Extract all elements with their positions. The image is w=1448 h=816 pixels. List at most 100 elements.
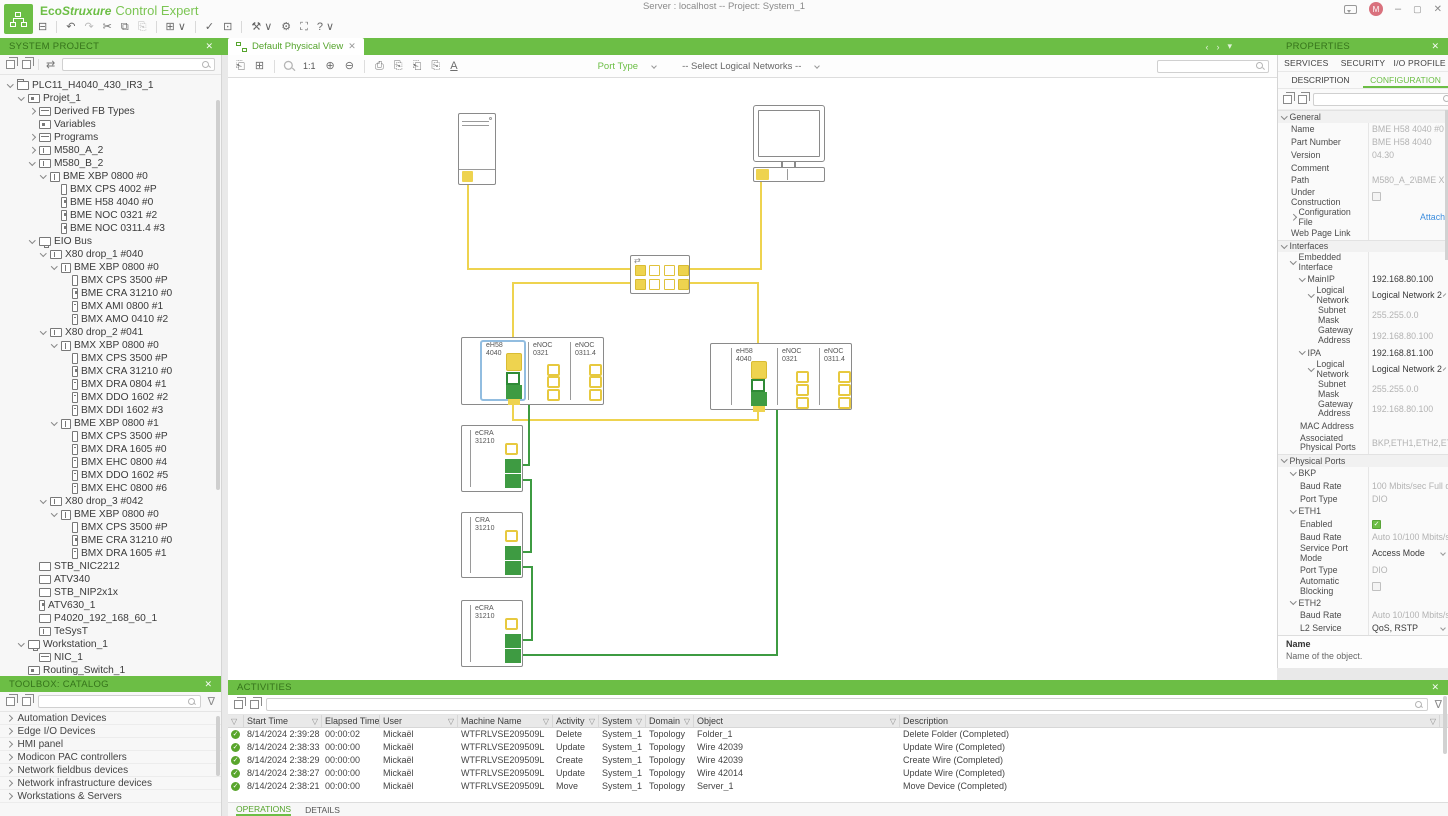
expand-chevron-icon[interactable]	[28, 240, 36, 243]
tree-item[interactable]: M580_B_2	[0, 157, 221, 170]
tree-search-input[interactable]	[67, 59, 198, 71]
toolbox-category[interactable]: Workstations & Servers	[0, 790, 221, 803]
column-header[interactable]: Activity▽	[553, 715, 599, 727]
module-port-yo[interactable]	[547, 364, 560, 376]
module-port-yo[interactable]	[505, 443, 518, 455]
tree-item[interactable]: BME NOC 0311.4 #3	[0, 222, 221, 235]
feedback-icon[interactable]	[1344, 5, 1357, 14]
property-row[interactable]: Configuration FileAttach	[1278, 207, 1448, 227]
tree-item[interactable]: STB_NIP2x1x	[0, 586, 221, 599]
tree-item[interactable]: BMX DDI 1602 #3	[0, 404, 221, 417]
tab-services[interactable]: SERVICES	[1278, 58, 1335, 68]
tree-item[interactable]: ATV630_1	[0, 599, 221, 612]
tab-security[interactable]: SECURITY	[1335, 58, 1392, 68]
module-port-yo[interactable]	[796, 397, 809, 409]
chevron-down-icon[interactable]	[1440, 551, 1446, 557]
collapse-all-icon[interactable]	[234, 700, 243, 709]
tree-item[interactable]: BMX DRA 1605 #1	[0, 547, 221, 560]
fullscreen-icon[interactable]: ⛶	[300, 21, 308, 33]
expand-chevron-icon[interactable]	[28, 135, 36, 140]
tree-item[interactable]: TeSysT	[0, 625, 221, 638]
expand-chevron-icon[interactable]	[39, 175, 47, 178]
tree-item[interactable]: BMX DRA 1605 #0	[0, 443, 221, 456]
system-project-close-icon[interactable]: ✕	[205, 41, 213, 52]
property-row[interactable]: Web Page Link	[1278, 227, 1448, 240]
workstation-monitor[interactable]	[753, 105, 825, 162]
property-row[interactable]: MainIP192.168.80.100	[1278, 272, 1448, 285]
module-port-gf[interactable]	[505, 459, 521, 473]
activities-scrollbar[interactable]	[1443, 696, 1447, 754]
settings-gear-icon[interactable]: ⚙	[281, 21, 291, 33]
tree-item[interactable]: BMX CPS 3500 #P	[0, 430, 221, 443]
tree-item[interactable]: Derived FB Types	[0, 105, 221, 118]
module-port-yo[interactable]	[589, 389, 602, 401]
workstation-system-unit[interactable]	[753, 167, 825, 182]
help-icon[interactable]: ? ∨	[317, 21, 334, 33]
module-port-yo[interactable]	[838, 371, 851, 383]
tree-item[interactable]: X80 drop_3 #042	[0, 495, 221, 508]
property-row[interactable]: Subnet Mask255.255.0.0	[1278, 305, 1448, 325]
module-port-gf[interactable]	[505, 649, 521, 663]
tree-item[interactable]: BMX DDO 1602 #5	[0, 469, 221, 482]
chevron-down-icon[interactable]	[1440, 625, 1446, 631]
module-port-gf[interactable]	[505, 634, 521, 648]
tree-item[interactable]: BMX CPS 3500 #P	[0, 521, 221, 534]
tools-icon[interactable]: ⚒ ∨	[251, 21, 272, 33]
close-button[interactable]: ✕	[1434, 4, 1442, 15]
tree-item[interactable]: BME XBP 0800 #0	[0, 170, 221, 183]
property-row[interactable]: Associated Physical PortsBKP,ETH1,ETH2,E…	[1278, 433, 1448, 454]
property-row[interactable]: Baud Rate100 Mbits/sec Full duplex	[1278, 479, 1448, 492]
tab-default-physical-view[interactable]: Default Physical View ✕	[228, 38, 364, 55]
checkbox[interactable]	[1372, 192, 1381, 201]
tree-item[interactable]: BME XBP 0800 #1	[0, 417, 221, 430]
tab-details[interactable]: DETAILS	[305, 805, 340, 815]
property-row[interactable]: NameBME H58 4040 #0	[1278, 123, 1448, 136]
module-port-yf[interactable]	[751, 361, 767, 379]
switch-port[interactable]	[635, 279, 646, 290]
column-header[interactable]: Object▽	[694, 715, 900, 727]
tree-item[interactable]: BMX DRA 0804 #1	[0, 378, 221, 391]
expand-chevron-icon[interactable]	[50, 344, 58, 347]
grid-icon[interactable]: ⊞	[255, 60, 264, 72]
properties-search-input[interactable]	[1318, 93, 1439, 105]
module-port-yo[interactable]	[505, 618, 518, 630]
activity-row[interactable]: ✓8/14/2024 2:38:21 PM00:00:00MickaëlWTFR…	[228, 780, 1448, 793]
property-row[interactable]: Embedded Interface	[1278, 252, 1448, 272]
zoom-100-button[interactable]: 1:1	[303, 61, 316, 71]
expand-all-icon[interactable]	[1298, 95, 1307, 104]
activity-row[interactable]: ✓8/14/2024 2:38:29 PM00:00:00MickaëlWTFR…	[228, 754, 1448, 767]
module-port-yo[interactable]	[547, 376, 560, 388]
expand-chevron-icon[interactable]	[50, 266, 58, 269]
undo-icon[interactable]: ↶	[66, 21, 75, 33]
export-view-icon[interactable]: ⎗	[236, 60, 245, 72]
property-section[interactable]: Physical Ports	[1278, 454, 1448, 467]
network-switch-device[interactable]: ⇄	[630, 255, 690, 294]
filter-icon[interactable]: ▽	[890, 717, 896, 726]
tree-item[interactable]: EIO Bus	[0, 235, 221, 248]
rack-device[interactable]: CRA31210	[461, 512, 523, 578]
layout-icon[interactable]: ⊞ ∨	[166, 21, 186, 33]
filter-icon[interactable]: ▽	[448, 717, 454, 726]
server-device[interactable]	[458, 113, 496, 185]
collapse-all-icon[interactable]	[1283, 95, 1292, 104]
module-port-yo[interactable]	[589, 364, 602, 376]
property-row[interactable]: Port TypeDIO	[1278, 492, 1448, 505]
property-row[interactable]: Subnet Mask255.255.0.0	[1278, 379, 1448, 399]
module-port-yo[interactable]	[589, 376, 602, 388]
zoom-in-icon[interactable]: ⊕	[326, 60, 335, 72]
redo-icon[interactable]: ↷	[84, 21, 93, 33]
tree-item[interactable]: BME XBP 0800 #0	[0, 261, 221, 274]
filter-icon[interactable]: ▽	[543, 717, 549, 726]
tree-item[interactable]: BMX AMO 0410 #2	[0, 313, 221, 326]
prev-tab-icon[interactable]: ‹	[1205, 42, 1208, 52]
tree-item[interactable]: Variables	[0, 118, 221, 131]
validate-icon[interactable]: ✓	[205, 21, 214, 33]
activities-close-icon[interactable]: ✕	[1431, 682, 1439, 693]
text-tool-icon[interactable]: A	[450, 60, 457, 72]
tree-item[interactable]: BMX AMI 0800 #1	[0, 300, 221, 313]
switch-port[interactable]	[664, 265, 675, 276]
tree-item[interactable]: BMX EHC 0800 #6	[0, 482, 221, 495]
expand-chevron-icon[interactable]	[17, 97, 25, 100]
export-up-icon[interactable]: ⎘	[394, 60, 403, 72]
toolbox-category[interactable]: Network fieldbus devices	[0, 764, 221, 777]
